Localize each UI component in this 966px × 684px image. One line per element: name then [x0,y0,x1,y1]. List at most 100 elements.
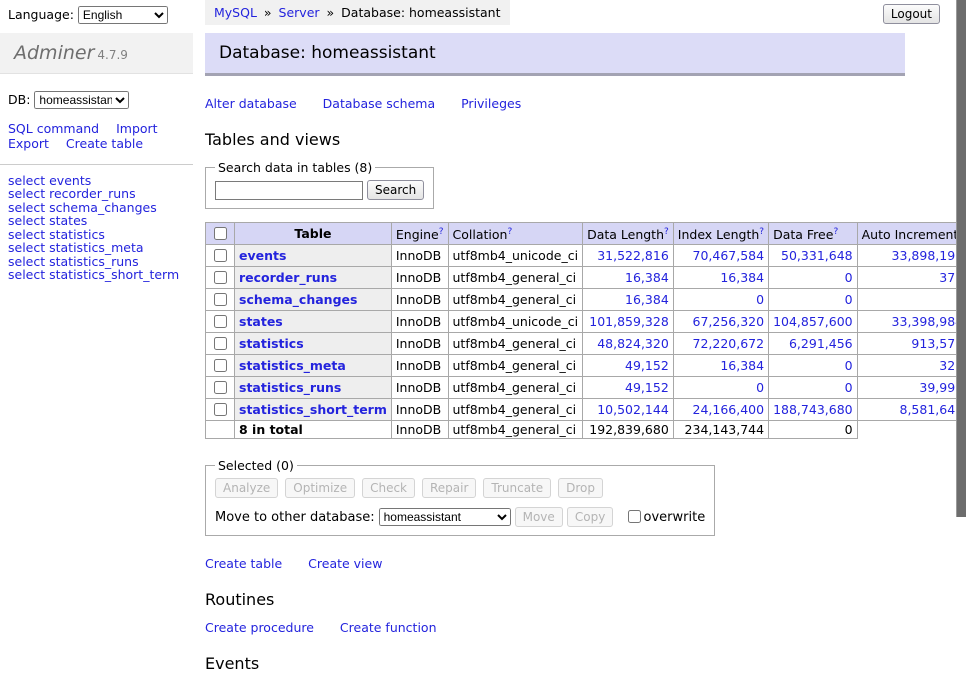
sidebar-table-links: select events select recorder_runs selec… [0,165,193,291]
database-schema-link[interactable]: Database schema [323,96,435,111]
column-header-data-length: Data Length? [583,223,674,245]
search-button[interactable]: Search [367,180,424,200]
language-select[interactable]: English [78,6,168,24]
table-link[interactable]: statistics_runs [239,380,341,395]
row-checkbox[interactable] [214,359,227,372]
copy-button[interactable]: Copy [567,507,613,527]
auto-increment-link[interactable]: 33,398,984 [892,314,964,329]
logout-button[interactable]: Logout [883,4,940,24]
column-header-engine: Engine? [391,223,448,245]
data-length-link[interactable]: 16,384 [625,270,669,285]
adminer-logo-link[interactable]: Adminer [14,42,94,64]
data-free-link[interactable]: 0 [845,270,853,285]
analyze-button[interactable]: Analyze [215,478,278,498]
sidebar-select-events[interactable]: select events [8,174,185,188]
table-link[interactable]: schema_changes [239,292,357,307]
table-link[interactable]: statistics_meta [239,358,346,373]
data-free-link[interactable]: 50,331,648 [781,248,853,263]
table-link[interactable]: statistics [239,336,304,351]
db-select[interactable]: homeassistant [34,91,129,109]
index-length-link[interactable]: 16,384 [720,358,764,373]
create-function-link[interactable]: Create function [340,620,437,635]
overwrite-option[interactable]: overwrite [624,510,706,525]
data-length-link[interactable]: 49,152 [625,380,669,395]
repair-button[interactable]: Repair [422,478,476,498]
collation-cell: utf8mb4_unicode_ci [448,245,583,267]
data-free-link[interactable]: 188,743,680 [773,402,853,417]
index-length-link[interactable]: 67,256,320 [693,314,765,329]
overwrite-checkbox[interactable] [628,510,641,523]
row-checkbox[interactable] [214,249,227,262]
index-length-link[interactable]: 24,166,400 [693,402,765,417]
data-length-link[interactable]: 10,502,144 [597,402,669,417]
check-button[interactable]: Check [362,478,415,498]
row-checkbox[interactable] [214,315,227,328]
sidebar-link-import[interactable]: Import [116,121,158,136]
data-free-link[interactable]: 0 [845,380,853,395]
move-button[interactable]: Move [515,507,563,527]
index-length-link[interactable]: 0 [756,380,764,395]
sidebar-select-schema-changes[interactable]: select schema_changes [8,201,185,215]
alter-database-link[interactable]: Alter database [205,96,297,111]
engine-cell: InnoDB [391,289,448,311]
row-checkbox[interactable] [214,337,227,350]
row-checkbox[interactable] [214,381,227,394]
engine-cell: InnoDB [391,377,448,399]
data-free-link[interactable]: 0 [845,292,853,307]
move-database-select[interactable]: homeassistant [379,508,511,526]
scrollbar-thumb[interactable] [956,0,966,517]
optimize-button[interactable]: Optimize [285,478,355,498]
table-link[interactable]: events [239,248,286,263]
breadcrumb: MySQL » Server » Database: homeassistant [205,0,510,25]
select-all-checkbox[interactable] [214,227,227,240]
data-length-link[interactable]: 49,152 [625,358,669,373]
help-icon[interactable]: ? [759,227,764,237]
truncate-button[interactable]: Truncate [483,478,551,498]
help-icon[interactable]: ? [507,227,512,237]
index-length-link[interactable]: 70,467,584 [693,248,765,263]
row-checkbox[interactable] [214,293,227,306]
events-heading: Events [205,654,905,673]
sidebar-select-recorder-runs[interactable]: select recorder_runs [8,187,185,201]
table-link[interactable]: states [239,314,283,329]
engine-cell: InnoDB [391,333,448,355]
data-length-link[interactable]: 48,824,320 [597,336,669,351]
help-icon[interactable]: ? [439,227,444,237]
sidebar-select-statistics-meta[interactable]: select statistics_meta [8,241,185,255]
auto-increment-link[interactable]: 8,581,645 [900,402,964,417]
data-length-link[interactable]: 16,384 [625,292,669,307]
total-data-free: 0 [769,421,858,439]
data-length-link[interactable]: 101,859,328 [589,314,669,329]
sidebar-select-statistics-runs[interactable]: select statistics_runs [8,255,185,269]
auto-increment-link[interactable]: 33,898,196 [892,248,964,263]
sidebar-link-export[interactable]: Export [8,136,49,151]
create-view-link[interactable]: Create view [308,556,382,571]
sidebar-link-create-table[interactable]: Create table [66,136,143,151]
sidebar-select-statistics[interactable]: select statistics [8,228,185,242]
privileges-link[interactable]: Privileges [461,96,521,111]
data-free-link[interactable]: 104,857,600 [773,314,853,329]
data-free-link[interactable]: 0 [845,358,853,373]
create-procedure-link[interactable]: Create procedure [205,620,314,635]
sidebar-select-states[interactable]: select states [8,214,185,228]
data-free-link[interactable]: 6,291,456 [789,336,853,351]
sidebar-select-statistics-short-term[interactable]: select statistics_short_term [8,268,185,282]
help-icon[interactable]: ? [833,227,838,237]
index-length-link[interactable]: 72,220,672 [693,336,765,351]
search-input[interactable] [215,181,363,200]
row-checkbox[interactable] [214,403,227,416]
row-checkbox[interactable] [214,271,227,284]
breadcrumb-mysql-link[interactable]: MySQL [214,5,257,20]
data-length-link[interactable]: 31,522,816 [597,248,669,263]
help-icon[interactable]: ? [664,227,669,237]
table-link[interactable]: statistics_short_term [239,402,387,417]
drop-button[interactable]: Drop [558,478,603,498]
breadcrumb-server-link[interactable]: Server [279,5,320,20]
engine-cell: InnoDB [391,311,448,333]
index-length-link[interactable]: 0 [756,292,764,307]
table-link[interactable]: recorder_runs [239,270,337,285]
index-length-link[interactable]: 16,384 [720,270,764,285]
sidebar-link-sql-command[interactable]: SQL command [8,121,99,136]
total-data-length: 192,839,680 [583,421,674,439]
create-table-link[interactable]: Create table [205,556,282,571]
